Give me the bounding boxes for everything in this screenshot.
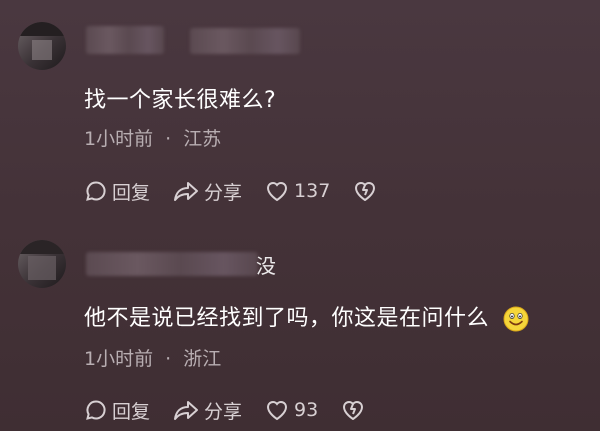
comment-bubble-icon	[86, 181, 106, 201]
comment-meta: 1小时前 · 浙江	[84, 344, 221, 371]
comment-meta: 1小时前 · 江苏	[84, 124, 221, 151]
username-suffix: 没	[256, 254, 276, 278]
comment-location: 江苏	[183, 128, 222, 150]
share-label: 分享	[204, 181, 243, 204]
broken-heart-icon	[343, 401, 364, 420]
comment-text-body: 他不是说已经找到了吗，你这是在问什么	[84, 306, 490, 331]
username-blurred[interactable]	[86, 252, 258, 276]
comment-time: 1小时前	[84, 348, 154, 370]
reply-label: 回复	[112, 181, 151, 204]
share-arrow-icon	[174, 182, 199, 201]
heart-icon	[267, 401, 288, 421]
heart-icon	[267, 182, 288, 202]
like-button[interactable]: 137	[264, 179, 330, 203]
comment-actions: 回复 分享 137	[84, 176, 400, 206]
like-count: 137	[294, 180, 331, 202]
comment-location: 浙江	[183, 348, 222, 370]
comment-text: 他不是说已经找到了吗，你这是在问什么	[84, 300, 529, 332]
comment-thread: { "comments": [ { "name_suffix": "", "te…	[0, 0, 600, 431]
avatar[interactable]	[18, 22, 66, 70]
share-arrow-icon	[174, 401, 199, 420]
username-blurred[interactable]	[190, 28, 300, 54]
comment-text: 找一个家长很难么?	[84, 88, 277, 113]
like-button[interactable]: 93	[264, 398, 318, 422]
username-blurred[interactable]	[86, 26, 164, 54]
share-label: 分享	[204, 400, 243, 423]
comment-time: 1小时前	[84, 128, 154, 150]
meta-separator: ·	[165, 128, 172, 150]
comment-actions: 回复 分享 93	[84, 395, 388, 425]
like-count: 93	[294, 399, 319, 421]
meta-separator: ·	[165, 348, 172, 370]
dislike-button[interactable]	[340, 398, 366, 422]
avatar[interactable]	[18, 240, 66, 288]
share-button[interactable]: 分享	[172, 178, 242, 205]
broken-heart-icon	[355, 182, 376, 201]
reply-button[interactable]: 回复	[84, 397, 150, 424]
reply-button[interactable]: 回复	[84, 178, 150, 205]
dislike-button[interactable]	[352, 179, 378, 203]
smiling-face-emoji-icon	[503, 306, 529, 332]
share-button[interactable]: 分享	[172, 397, 242, 424]
reply-label: 回复	[112, 400, 151, 423]
comment-bubble-icon	[86, 400, 106, 420]
